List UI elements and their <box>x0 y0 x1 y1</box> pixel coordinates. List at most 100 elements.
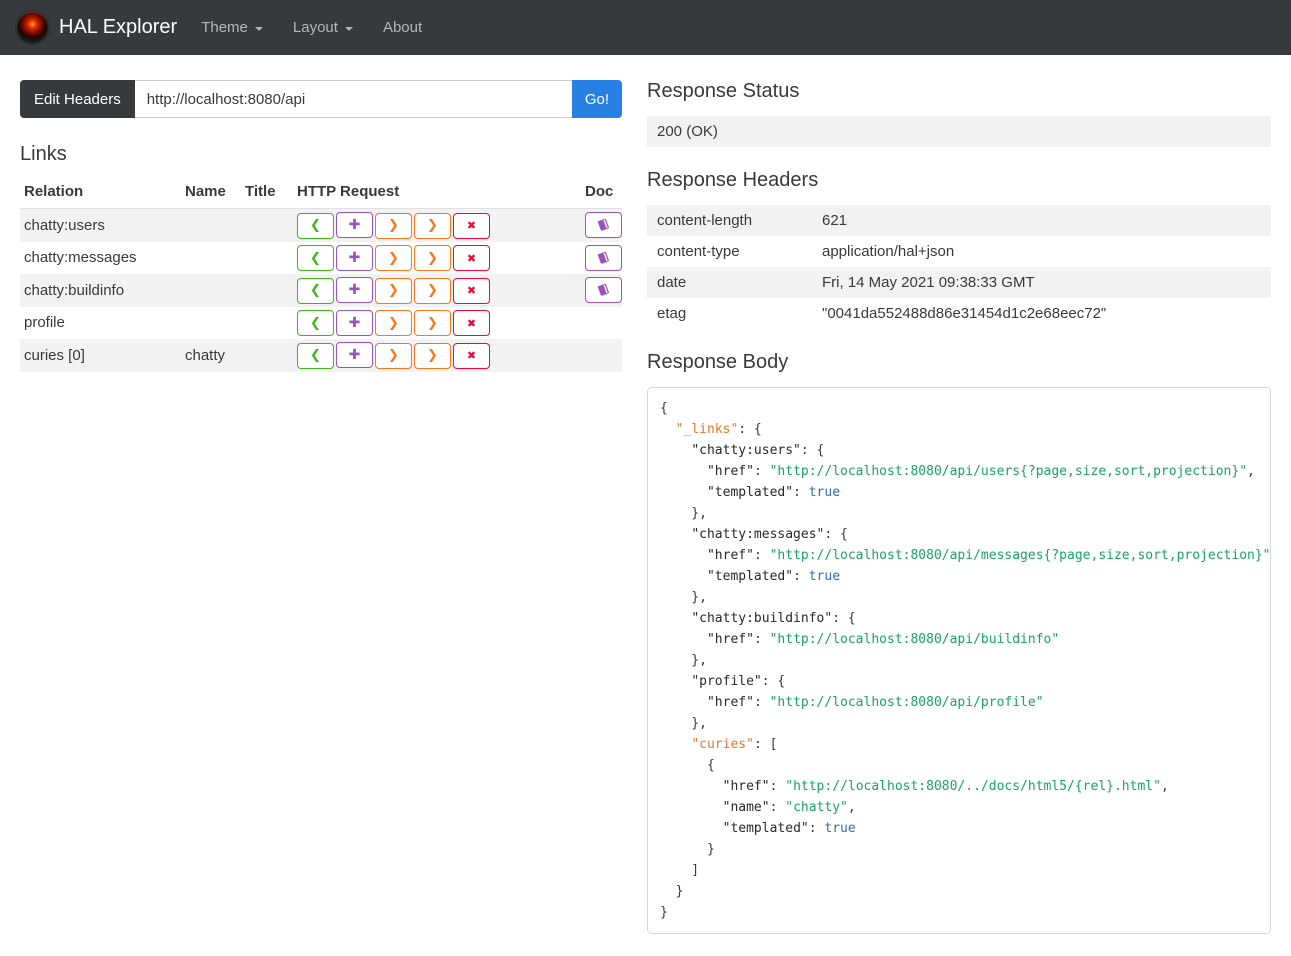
nav-item-layout[interactable]: Layout <box>293 19 353 36</box>
response-header-row: etag "0041da552488d86e31454d1c2e68eec72" <box>647 298 1271 329</box>
get-request-button[interactable]: ❮ <box>297 310 334 336</box>
response-status-value: 200 (OK) <box>647 116 1271 147</box>
code-line: { <box>660 758 715 773</box>
patch-request-button[interactable]: ❯ <box>414 245 451 271</box>
book-icon <box>596 218 611 232</box>
relation-cell: chatty:buildinfo <box>24 281 125 299</box>
name-cell <box>181 274 241 307</box>
doc-button[interactable] <box>585 244 622 271</box>
post-request-button[interactable]: ✚ <box>336 342 373 368</box>
code-line: } <box>660 842 715 857</box>
plus-icon: ✚ <box>348 249 361 266</box>
response-headers-title: Response Headers <box>647 169 819 191</box>
go-button[interactable]: Go! <box>571 80 622 118</box>
delete-request-button[interactable]: ✖ <box>453 212 490 239</box>
code-line: { <box>660 401 668 416</box>
patch-request-button[interactable]: ❯ <box>414 212 451 239</box>
nav-item-about[interactable]: About <box>383 19 422 36</box>
code-line: }, <box>660 590 707 605</box>
post-request-button[interactable]: ✚ <box>336 309 373 336</box>
post-request-button[interactable]: ✚ <box>336 212 373 238</box>
header-name: etag <box>657 305 687 322</box>
code-line: }, <box>660 506 707 521</box>
header-name: date <box>657 274 687 291</box>
x-icon: ✖ <box>466 284 477 297</box>
title-cell <box>241 307 293 340</box>
chevron-right-icon: ❯ <box>388 250 399 266</box>
chevron-left-icon: ❮ <box>310 250 321 266</box>
doc-button[interactable] <box>585 277 622 304</box>
chevron-right-icon: ❯ <box>388 348 399 363</box>
post-request-button[interactable]: ✚ <box>336 244 373 271</box>
title-cell <box>241 209 293 242</box>
delete-request-button[interactable]: ✖ <box>453 342 490 369</box>
column-header-name: Name <box>181 178 241 209</box>
column-header-relation: Relation <box>20 178 181 209</box>
column-header-doc: Doc <box>581 178 622 209</box>
code-line: "name": "chatty", <box>722 800 856 815</box>
code-line: "href": "http://localhost:8080/api/profi… <box>706 695 1044 710</box>
chevron-right-icon: ❯ <box>388 283 399 298</box>
put-request-button[interactable]: ❯ <box>375 342 412 369</box>
name-cell <box>181 242 241 275</box>
code-line: "href": "http://localhost:8080/api/messa… <box>706 548 1271 563</box>
links-section-title: Links <box>20 143 67 165</box>
get-request-button[interactable]: ❮ <box>297 212 334 239</box>
code-line: "curies": [ <box>691 737 778 752</box>
response-header-row: date Fri, 14 May 2021 09:38:33 GMT <box>647 267 1271 298</box>
put-request-button[interactable]: ❯ <box>375 277 412 304</box>
header-name: content-type <box>657 243 740 260</box>
response-header-row: content-length 621 <box>647 205 1271 236</box>
code-line: ] <box>660 863 700 878</box>
response-body-code: { "_links": { "chatty:users": { "href": … <box>647 387 1271 934</box>
http-request-cell: ❮ ✚ ❯ ❯ ✖ <box>293 209 581 242</box>
header-value: "0041da552488d86e31454d1c2e68eec72" <box>822 305 1107 322</box>
book-icon <box>596 251 611 265</box>
plus-icon: ✚ <box>348 314 361 331</box>
doc-cell <box>581 209 622 242</box>
http-request-cell: ❮ ✚ ❯ ❯ ✖ <box>293 307 581 340</box>
link-row: chatty:buildinfo ❮ ✚ ❯ ❯ ✖ <box>20 274 622 307</box>
delete-request-button[interactable]: ✖ <box>453 245 490 271</box>
chevron-right-icon: ❯ <box>427 218 438 233</box>
delete-request-button[interactable]: ✖ <box>453 277 490 304</box>
name-cell <box>181 307 241 340</box>
put-request-button[interactable]: ❯ <box>375 310 412 336</box>
x-icon: ✖ <box>466 316 477 330</box>
http-request-cell: ❮ ✚ ❯ ❯ ✖ <box>293 339 581 372</box>
name-cell: chatty <box>185 346 226 364</box>
put-request-button[interactable]: ❯ <box>375 212 412 239</box>
plus-icon: ✚ <box>348 217 361 233</box>
doc-button[interactable] <box>585 212 622 239</box>
get-request-button[interactable]: ❮ <box>297 277 334 304</box>
main-content: Edit Headers Go! Links RelationNameTitle… <box>0 55 1291 956</box>
plus-icon: ✚ <box>348 282 361 298</box>
get-request-button[interactable]: ❮ <box>297 245 334 271</box>
brand-title: HAL Explorer <box>59 16 178 38</box>
delete-request-button[interactable]: ✖ <box>453 310 490 336</box>
edit-headers-button[interactable]: Edit Headers <box>20 80 135 118</box>
post-request-button[interactable]: ✚ <box>336 277 373 303</box>
navbar-brand[interactable]: HAL Explorer <box>16 11 177 44</box>
column-header-title: Title <box>241 178 293 209</box>
chevron-right-icon: ❯ <box>427 315 438 331</box>
patch-request-button[interactable]: ❯ <box>414 277 451 304</box>
code-line: "templated": true <box>706 485 841 500</box>
hal-9000-logo-icon <box>16 11 49 44</box>
nav-item-theme[interactable]: Theme <box>201 19 263 36</box>
http-request-cell: ❮ ✚ ❯ ❯ ✖ <box>293 274 581 307</box>
url-input[interactable] <box>134 80 572 118</box>
chevron-right-icon: ❯ <box>388 315 399 331</box>
chevron-left-icon: ❮ <box>310 348 321 363</box>
code-line: "href": "http://localhost:8080/api/users… <box>706 464 1255 479</box>
patch-request-button[interactable]: ❯ <box>414 342 451 369</box>
chevron-right-icon: ❯ <box>427 348 438 363</box>
doc-cell <box>581 307 622 340</box>
chevron-left-icon: ❮ <box>310 283 321 298</box>
code-line: "chatty:messages": { <box>691 527 848 542</box>
put-request-button[interactable]: ❯ <box>375 245 412 271</box>
title-cell <box>241 339 293 372</box>
chevron-left-icon: ❮ <box>310 218 321 233</box>
get-request-button[interactable]: ❮ <box>297 342 334 369</box>
patch-request-button[interactable]: ❯ <box>414 310 451 336</box>
